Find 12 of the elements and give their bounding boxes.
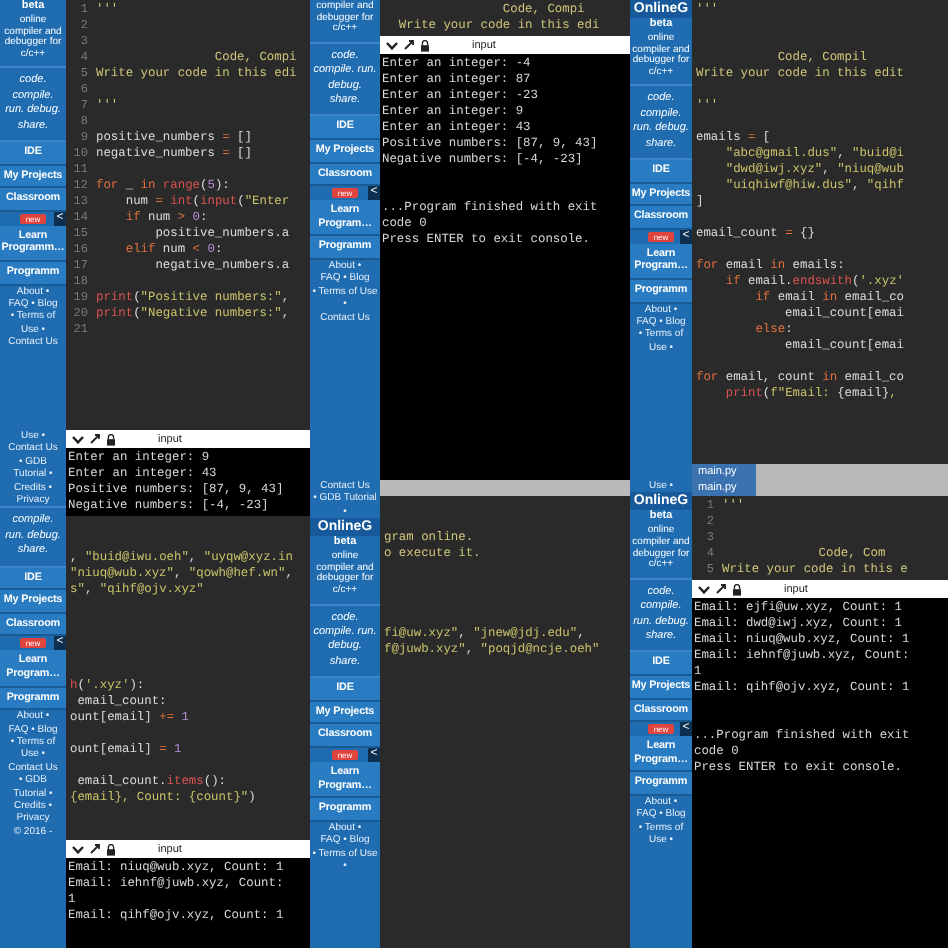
chevron-down-icon[interactable] [698,585,710,593]
chevron-down-icon[interactable] [72,435,84,443]
lock-icon[interactable] [732,583,742,595]
chevron-down-icon[interactable] [72,845,84,853]
expand-icon[interactable] [404,40,414,50]
expand-icon[interactable] [90,434,100,444]
lock-icon[interactable] [420,39,430,51]
lock-icon[interactable] [106,843,116,855]
lock-icon[interactable] [106,433,116,445]
expand-icon[interactable] [716,584,726,594]
expand-icon[interactable] [90,844,100,854]
chevron-down-icon[interactable] [386,41,398,49]
